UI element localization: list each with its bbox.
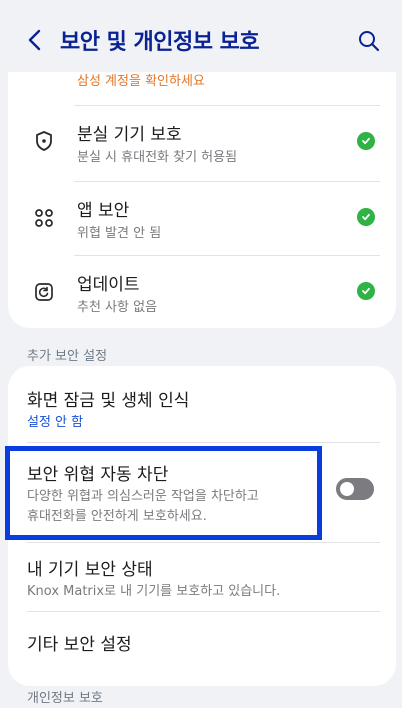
row-title: 앱 보안 [77,201,130,221]
lost-device-protection-row[interactable]: 분실 기기 보호 분실 시 휴대전화 찾기 허용됨 [8,106,396,176]
chevron-left-icon [28,29,41,51]
back-button[interactable] [20,26,48,54]
security-status-card: 삼성 계정을 확인하세요 분실 기기 보호 분실 시 휴대전화 찾기 허용됨 앱… [8,52,396,328]
auto-blocker-toggle[interactable] [336,478,374,500]
update-row[interactable]: 업데이트 추천 사항 없음 [8,256,396,326]
update-icon [32,280,56,304]
row-title: 내 기기 보안 상태 [27,560,153,580]
other-security-settings-row[interactable]: 기타 보안 설정 [8,612,396,672]
row-title: 업데이트 [77,275,140,295]
check-icon [357,132,375,150]
row-subtitle: Knox Matrix로 내 기기를 보호하고 있습니다. [27,584,281,599]
section-label-privacy: 개인정보 보호 [27,691,103,706]
row-title: 화면 잠금 및 생체 인식 [27,391,190,411]
section-label-extra-security: 추가 보안 설정 [27,349,108,364]
app-header: 보안 및 개인정보 보호 [0,0,402,72]
row-title: 보안 위협 자동 차단 [27,465,169,485]
row-title: 분실 기기 보호 [77,125,182,145]
account-warning-text: 삼성 계정을 확인하세요 [77,74,205,89]
search-button[interactable] [354,26,384,56]
check-icon [357,208,375,226]
row-title: 기타 보안 설정 [27,635,132,655]
check-icon [357,282,375,300]
screen-lock-row[interactable]: 화면 잠금 및 생체 인식 설정 안 함 [8,366,396,442]
device-security-status-row[interactable]: 내 기기 보안 상태 Knox Matrix로 내 기기를 보호하고 있습니다. [8,543,396,613]
toggle-knob [340,482,354,496]
row-subtitle-line1: 다양한 위협과 의심스러운 작업을 차단하고 [27,489,259,504]
apps-grid-icon [32,206,56,230]
shield-icon [32,129,56,153]
extra-security-card: 화면 잠금 및 생체 인식 설정 안 함 보안 위협 자동 차단 다양한 위협과… [8,366,396,686]
row-subtitle: 추천 사항 없음 [77,300,158,315]
page-title: 보안 및 개인정보 보호 [60,30,260,55]
row-subtitle: 위협 발견 안 됨 [77,226,162,241]
row-subtitle-link: 설정 안 함 [27,415,84,430]
row-subtitle: 분실 시 휴대전화 찾기 허용됨 [77,150,238,165]
search-icon [359,31,380,52]
app-security-row[interactable]: 앱 보안 위협 발견 안 됨 [8,182,396,252]
row-subtitle-line2: 휴대전화를 안전하게 보호하세요. [27,509,207,524]
